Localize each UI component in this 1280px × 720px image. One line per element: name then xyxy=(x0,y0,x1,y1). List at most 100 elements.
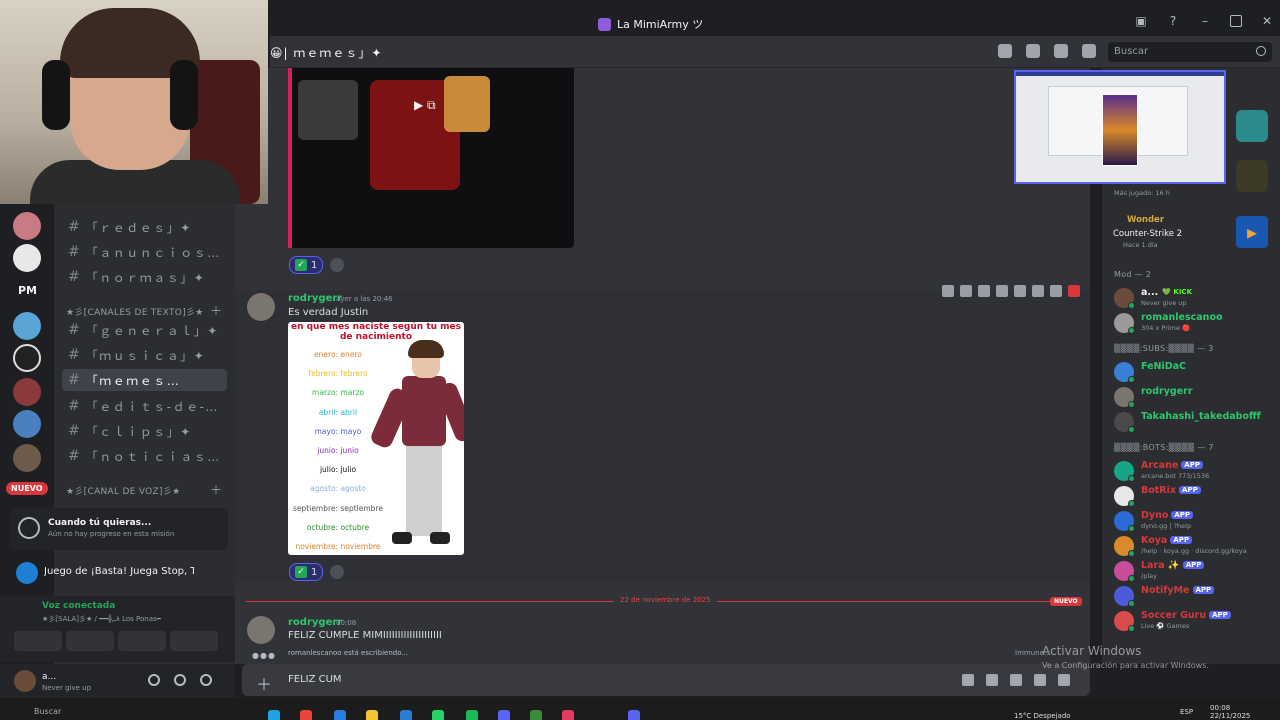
forward-icon[interactable] xyxy=(1050,285,1062,297)
month-meme-image[interactable]: en que mes naciste según tu mes de nacim… xyxy=(288,322,464,555)
app-icon[interactable] xyxy=(628,710,640,720)
member-row[interactable]: NotifyMe APP xyxy=(1114,584,1274,610)
emoji-icon[interactable] xyxy=(1014,285,1026,297)
reaction-check[interactable]: ✓ 1 xyxy=(289,256,324,274)
clock[interactable]: 00:08 22/11/2025 xyxy=(1210,704,1250,720)
add-reaction-icon[interactable] xyxy=(330,565,344,579)
server-avatar[interactable] xyxy=(13,312,41,340)
link-icon[interactable] xyxy=(942,285,954,297)
discord-icon[interactable] xyxy=(498,710,510,720)
member-row[interactable]: Koya APP/help · koya.gg · discord.gg/koya xyxy=(1114,534,1274,560)
headphones-icon[interactable] xyxy=(174,674,186,686)
server-avatar[interactable] xyxy=(13,444,41,472)
emoji-icon[interactable] xyxy=(962,674,974,686)
member-list-icon[interactable] xyxy=(1082,44,1096,58)
member-row[interactable]: Dyno APP dyno.gg | ?help xyxy=(1114,509,1274,535)
message-author[interactable]: rodrygerr xyxy=(288,293,342,304)
channel-redes[interactable]: # 「ｒｅｄｅｓ」✦ xyxy=(62,216,227,238)
maximize-button[interactable] xyxy=(1230,15,1242,27)
gift-icon[interactable] xyxy=(1058,674,1070,686)
channel-noticias[interactable]: # 「ｎｏｔｉｃｉａｓ… xyxy=(62,445,227,467)
counter-strike-icon[interactable]: ▸ xyxy=(1236,216,1268,248)
meme-month-line: junio: junio xyxy=(317,446,359,455)
category-voice[interactable]: ★彡[CANAL DE VOZ]彡★ xyxy=(66,484,181,497)
category-text[interactable]: ★彡[CANALES DE TEXTO]彡★ xyxy=(66,305,204,318)
avatar[interactable] xyxy=(14,670,36,692)
notification-bell-icon[interactable] xyxy=(1026,44,1040,58)
play-icon[interactable]: ▶ ⧉ xyxy=(414,98,448,118)
add-channel-icon[interactable]: ＋ xyxy=(210,302,222,319)
member-row[interactable]: a... 💚 KICK Never give up xyxy=(1114,286,1274,312)
thread-icon[interactable] xyxy=(996,285,1008,297)
member-row[interactable]: FeNiDaC xyxy=(1114,360,1274,386)
member-row[interactable]: Soccer Guru APP Live ⚽ Games xyxy=(1114,609,1274,635)
member-row[interactable]: romanlescanoo 304 x Prime 🔴 xyxy=(1114,311,1274,337)
message-input-value[interactable]: FELIZ CUM xyxy=(288,674,342,685)
member-status: arcane.bot 773/1536 xyxy=(1141,472,1210,480)
app-icon[interactable] xyxy=(400,710,412,720)
add-channel-icon[interactable]: ＋ xyxy=(210,481,222,498)
minimize-button[interactable]: – xyxy=(1198,14,1212,28)
server-avatar[interactable] xyxy=(13,410,41,438)
game-icon[interactable] xyxy=(1236,110,1268,142)
weather[interactable]: 15°C Despejado xyxy=(1014,712,1071,720)
gif-icon[interactable] xyxy=(986,674,998,686)
app-icon[interactable] xyxy=(960,285,972,297)
microphone-icon[interactable] xyxy=(148,674,160,686)
taskbar-search[interactable]: Buscar xyxy=(34,707,61,716)
app-icon[interactable] xyxy=(432,710,444,720)
camera-off-button[interactable] xyxy=(14,631,62,651)
reply-icon[interactable] xyxy=(1032,285,1044,297)
server-avatar[interactable] xyxy=(13,378,41,406)
channel-clips[interactable]: # 「ｃｌｉｐｓ」✦ xyxy=(62,420,227,442)
pin-icon[interactable] xyxy=(1054,44,1068,58)
reaction-check[interactable]: ✓ 1 xyxy=(289,563,324,581)
channel-musica[interactable]: # 「ｍｕｓｉｃａ」✦ xyxy=(62,344,227,366)
server-avatar[interactable] xyxy=(13,212,41,240)
screen-share-button[interactable] xyxy=(66,631,114,651)
avatar[interactable] xyxy=(247,616,275,644)
search-input[interactable]: Buscar xyxy=(1108,42,1272,62)
member-row[interactable]: BotRix APP xyxy=(1114,484,1274,510)
member-row[interactable]: rodrygerr xyxy=(1114,385,1274,411)
server-avatar[interactable] xyxy=(13,344,41,372)
language[interactable]: ESP xyxy=(1180,708,1193,716)
soundboard-button[interactable] xyxy=(170,631,218,651)
server-avatar[interactable] xyxy=(13,244,41,272)
avatar[interactable] xyxy=(247,293,275,321)
activity-user[interactable]: Wonder xyxy=(1127,215,1164,225)
server-pm[interactable]: PM xyxy=(18,284,37,297)
channel-normas[interactable]: # 「ｎｏｒｍａｓ」✦ xyxy=(62,266,227,288)
folder-icon[interactable] xyxy=(366,710,378,720)
app-icon[interactable] xyxy=(300,710,312,720)
app-icon[interactable] xyxy=(334,710,346,720)
member-row[interactable]: Arcane APP arcane.bot 773/1536 xyxy=(1114,459,1274,485)
message-author[interactable]: rodrygerr xyxy=(288,617,342,628)
settings-gear-icon[interactable] xyxy=(200,674,212,686)
inbox-icon[interactable]: ▣ xyxy=(1134,14,1148,28)
voice-status[interactable]: Voz conectada xyxy=(42,601,115,611)
add-reaction-icon[interactable] xyxy=(330,258,344,272)
channel-anuncios[interactable]: # 「ａｎｕｎｃｉｏｓ… xyxy=(62,241,227,263)
game-icon[interactable] xyxy=(1236,160,1268,192)
activities-button[interactable] xyxy=(118,631,166,651)
help-icon[interactable]: ? xyxy=(1166,14,1180,28)
image-icon[interactable] xyxy=(1034,674,1046,686)
close-button[interactable]: ✕ xyxy=(1260,14,1274,28)
channel-general[interactable]: # 「ｇｅｎｅｒａｌ」✦ xyxy=(62,319,227,341)
app-icon[interactable] xyxy=(466,710,478,720)
member-row[interactable]: Takahashi_takedabofff xyxy=(1114,410,1274,436)
quest-panel[interactable] xyxy=(10,508,228,550)
app-icon[interactable] xyxy=(562,710,574,720)
member-row[interactable]: Lara ✨ APP/play xyxy=(1114,559,1274,585)
channel-edits[interactable]: # 「ｅｄｉｔｓ-ｄｅ-… xyxy=(62,395,227,417)
threads-icon[interactable] xyxy=(998,44,1012,58)
voice-channel[interactable]: ★彡[SALA]彡★ / ━━╬٨ـﮩ Los Ponas━ xyxy=(42,614,172,624)
delete-icon[interactable] xyxy=(1068,285,1080,297)
pin-icon[interactable] xyxy=(978,285,990,297)
channel-memes[interactable]: # 「ｍｅｍｅｓ… xyxy=(62,369,227,391)
sticker-icon[interactable] xyxy=(1010,674,1022,686)
app-icon[interactable] xyxy=(530,710,542,720)
app-icon[interactable] xyxy=(268,710,280,720)
attach-plus-icon[interactable]: ＋ xyxy=(256,671,272,695)
